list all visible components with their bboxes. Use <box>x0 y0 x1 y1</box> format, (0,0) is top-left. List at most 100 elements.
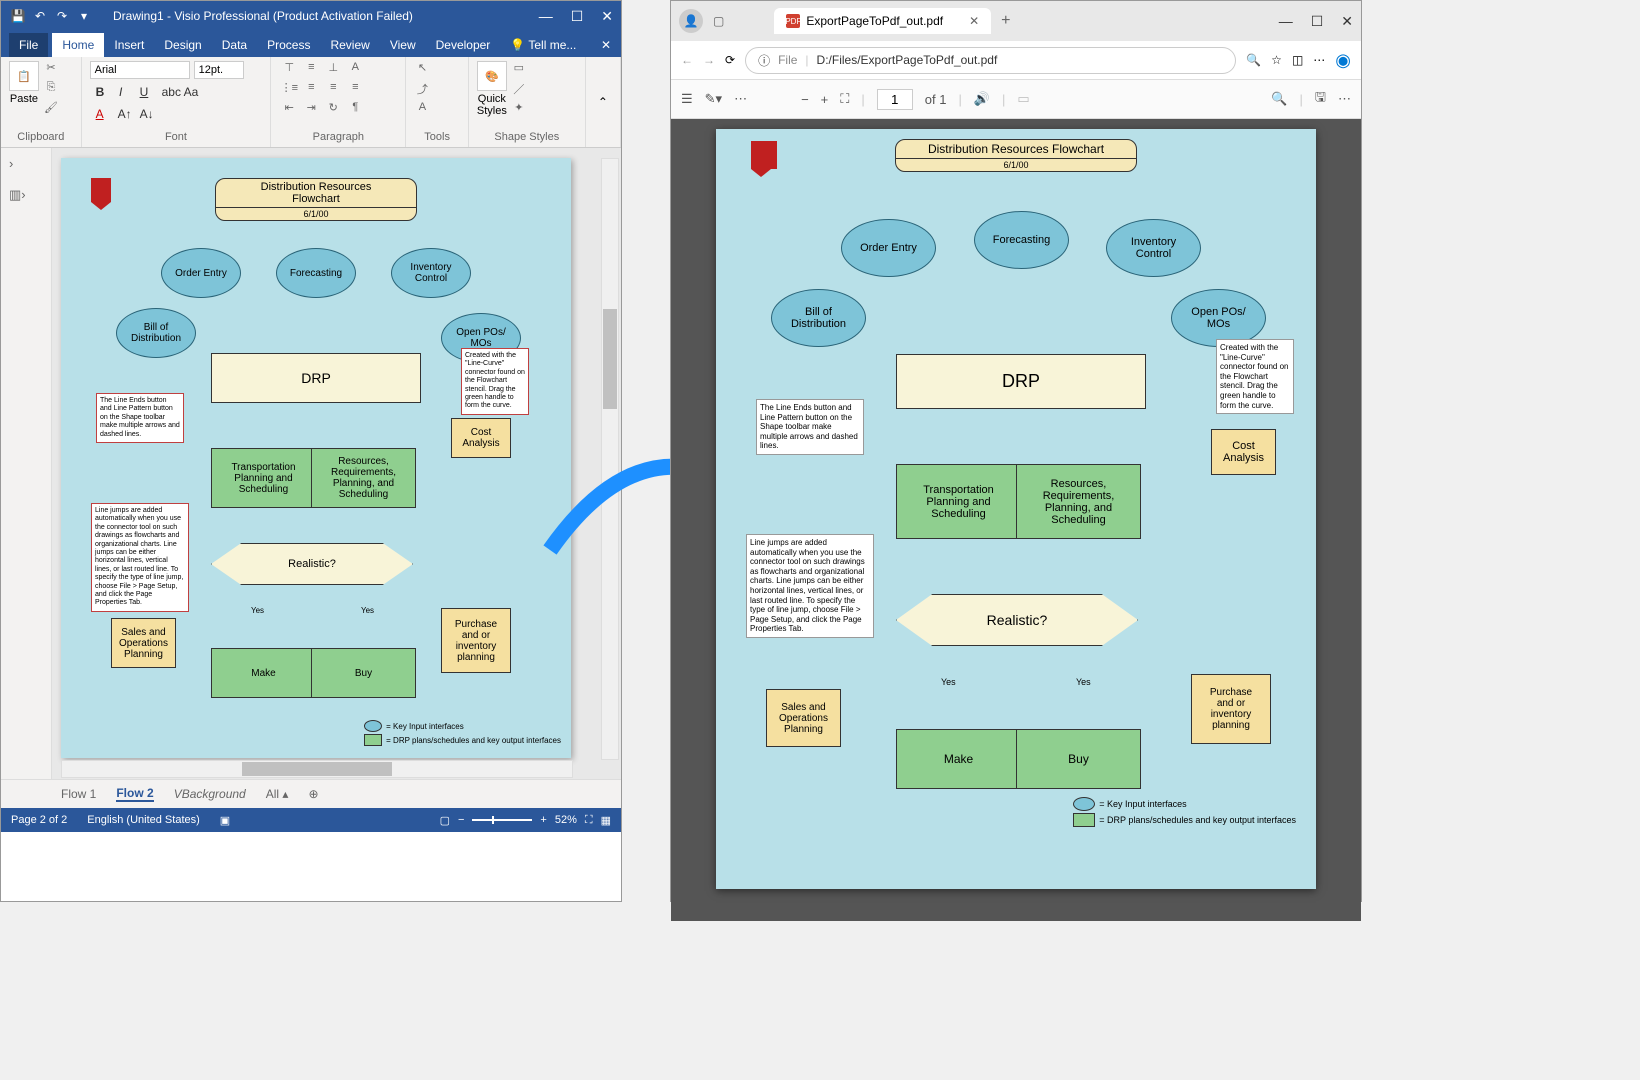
tab-file[interactable]: File <box>9 33 48 57</box>
fit-width-icon[interactable]: ⛶ <box>840 91 849 107</box>
fill-button[interactable]: ▭ <box>511 61 527 77</box>
zoom-in-button[interactable]: + <box>540 814 546 826</box>
edge-titlebar[interactable]: 👤 ▢ PDF ExportPageToPdf_out.pdf ✕ + — ☐ … <box>671 1 1361 41</box>
paragraph-spacing-button[interactable]: ¶ <box>345 101 365 119</box>
workspaces-icon[interactable]: ▢ <box>713 14 724 28</box>
effects-button[interactable]: ✦ <box>511 101 527 117</box>
node-buy[interactable]: Buy <box>311 648 416 698</box>
visio-titlebar[interactable]: 💾 ↶ ↷ ▾ Drawing1 - Visio Professional (P… <box>1 1 621 31</box>
tab-review[interactable]: Review <box>320 33 379 57</box>
page-number-input[interactable] <box>877 89 913 110</box>
page-tab-all[interactable]: All ▴ <box>266 787 289 801</box>
zoom-page-icon[interactable]: 🔍 <box>1246 53 1261 67</box>
contents-icon[interactable]: ☰ <box>681 91 693 107</box>
text-highlight-button[interactable]: Aa <box>178 83 196 101</box>
strike-button[interactable]: abc <box>156 83 174 101</box>
shrink-font-button[interactable]: A↓ <box>134 105 152 123</box>
qat-dropdown-icon[interactable]: ▾ <box>75 7 93 25</box>
rotate-button[interactable]: ↻ <box>323 101 343 119</box>
tab-process[interactable]: Process <box>257 33 320 57</box>
grow-font-button[interactable]: A↑ <box>112 105 130 123</box>
tab-view[interactable]: View <box>380 33 426 57</box>
node-make[interactable]: Make <box>211 648 316 698</box>
expand-shapes-icon[interactable]: › <box>1 148 51 179</box>
draw-icon[interactable]: ✎▾ <box>705 91 722 107</box>
tell-me[interactable]: 💡 Tell me... <box>500 33 586 57</box>
node-purchase[interactable]: Purchase and or inventory planning <box>441 608 511 673</box>
align-middle-button[interactable]: ≡ <box>301 61 321 79</box>
align-left-button[interactable]: ≡ <box>301 81 321 99</box>
align-top-button[interactable]: ⊤ <box>279 61 299 79</box>
bullets-button[interactable]: ⋮≡ <box>279 81 299 99</box>
paste-button[interactable]: 📋 Paste <box>9 61 39 105</box>
close-icon[interactable]: ✕ <box>601 8 613 25</box>
page-tab-flow2[interactable]: Flow 2 <box>116 786 153 802</box>
node-transport[interactable]: Transportation Planning and Scheduling <box>211 448 316 508</box>
edge-minimize-icon[interactable]: — <box>1279 13 1293 30</box>
node-order-entry[interactable]: Order Entry <box>161 248 241 298</box>
save-icon[interactable]: 💾 <box>9 7 27 25</box>
save-pdf-icon[interactable]: 🖫 <box>1315 88 1326 110</box>
stencil-icon[interactable]: ▥› <box>1 179 51 211</box>
pdf-menu-icon[interactable]: ⋯ <box>1338 91 1351 107</box>
switch-windows-icon[interactable]: ▦ <box>601 814 611 827</box>
page-tab-flow1[interactable]: Flow 1 <box>61 787 96 801</box>
ribbon-close-icon[interactable]: ✕ <box>591 33 621 57</box>
collapse-ribbon-icon[interactable]: ⌃ <box>598 95 608 109</box>
copilot-icon[interactable]: ◉ <box>1335 50 1351 71</box>
node-forecasting[interactable]: Forecasting <box>276 248 356 298</box>
fit-page-icon[interactable]: ⛶ <box>585 814 593 827</box>
address-bar[interactable]: ⓘ File | D:/Files/ExportPageToPdf_out.pd… <box>745 47 1236 74</box>
decrease-indent-button[interactable]: ⇤ <box>279 101 299 119</box>
site-info-icon[interactable]: ⓘ <box>758 52 770 69</box>
back-button[interactable]: ← <box>681 53 693 67</box>
redo-icon[interactable]: ↷ <box>53 7 71 25</box>
font-size-select[interactable]: 12pt. <box>194 61 244 79</box>
node-bill[interactable]: Bill of Distribution <box>116 308 196 358</box>
node-resources[interactable]: Resources, Requirements, Planning, and S… <box>311 448 416 508</box>
line-button[interactable]: ／ <box>511 81 527 97</box>
page-tab-vbackground[interactable]: VBackground <box>174 787 246 801</box>
bold-button[interactable]: B <box>90 83 108 101</box>
minimize-icon[interactable]: — <box>539 8 553 25</box>
node-cost[interactable]: Cost Analysis <box>451 418 511 458</box>
node-sales[interactable]: Sales and Operations Planning <box>111 618 176 668</box>
cut-icon[interactable]: ✂ <box>43 61 59 77</box>
tab-design[interactable]: Design <box>154 33 211 57</box>
tab-close-icon[interactable]: ✕ <box>969 14 979 28</box>
macro-record-icon[interactable]: ▣ <box>220 814 230 827</box>
align-right-button[interactable]: ≡ <box>345 81 365 99</box>
shapes-pane[interactable]: › ▥› <box>1 148 52 808</box>
zoom-in-pdf[interactable]: + <box>821 92 829 107</box>
edge-close-icon[interactable]: ✕ <box>1341 13 1353 30</box>
zoom-level[interactable]: 52% <box>555 814 577 826</box>
node-realistic[interactable]: Realistic? <box>211 543 413 585</box>
browser-tab[interactable]: PDF ExportPageToPdf_out.pdf ✕ <box>774 8 991 34</box>
tab-insert[interactable]: Insert <box>104 33 154 57</box>
italic-button[interactable]: I <box>112 83 130 101</box>
zoom-out-button[interactable]: − <box>458 814 464 826</box>
add-page-button[interactable]: ⊕ <box>308 787 318 801</box>
read-aloud-icon[interactable]: 🔊 <box>974 91 990 107</box>
profile-icon[interactable]: 👤 <box>679 9 703 33</box>
status-language[interactable]: English (United States) <box>87 814 200 826</box>
node-drp[interactable]: DRP <box>211 353 421 403</box>
zoom-slider[interactable] <box>472 819 532 821</box>
pdf-more-icon[interactable]: ⋯ <box>734 91 747 107</box>
node-inventory[interactable]: Inventory Control <box>391 248 471 298</box>
orientation-button[interactable]: A <box>345 61 365 79</box>
format-painter-icon[interactable]: 🖌 <box>43 101 59 117</box>
tab-home[interactable]: Home <box>52 33 104 57</box>
align-bottom-button[interactable]: ⊥ <box>323 61 343 79</box>
pointer-tool-icon[interactable]: ↖ <box>414 61 430 77</box>
font-name-select[interactable]: Arial <box>90 61 190 79</box>
connector-tool-icon[interactable]: ⤴ <box>414 81 430 97</box>
zoom-out-pdf[interactable]: − <box>801 92 809 107</box>
horizontal-scrollbar[interactable] <box>61 760 573 778</box>
underline-button[interactable]: U <box>134 83 152 101</box>
presentation-mode-icon[interactable]: ▢ <box>440 814 450 827</box>
find-icon[interactable]: 🔍 <box>1271 91 1287 107</box>
settings-menu-icon[interactable]: ⋯ <box>1313 53 1325 67</box>
undo-icon[interactable]: ↶ <box>31 7 49 25</box>
split-screen-icon[interactable]: ◫ <box>1292 53 1303 67</box>
